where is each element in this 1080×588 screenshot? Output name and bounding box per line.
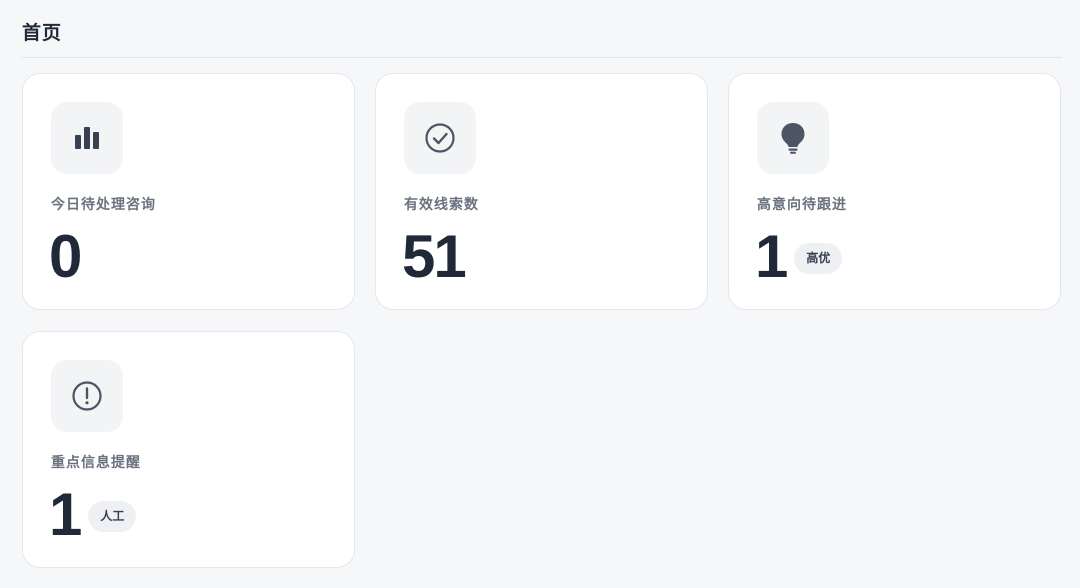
stat-card-valid-leads[interactable]: 有效线索数 51 xyxy=(375,73,708,310)
bar-chart-icon xyxy=(51,102,123,174)
stat-card-high-intent-followup[interactable]: 高意向待跟进 1 高优 xyxy=(728,73,1061,310)
card-label: 高意向待跟进 xyxy=(757,197,847,213)
card-label: 今日待处理咨询 xyxy=(51,197,156,213)
lightbulb-icon xyxy=(757,102,829,174)
manual-badge: 人工 xyxy=(88,500,137,532)
stat-card-pending-consultations[interactable]: 今日待处理咨询 0 xyxy=(22,73,355,310)
card-label: 重点信息提醒 xyxy=(51,455,141,471)
value-row: 0 xyxy=(49,222,82,292)
check-circle-icon xyxy=(404,102,476,174)
page-title: 首页 xyxy=(22,22,63,44)
card-value: 0 xyxy=(49,223,82,290)
title-divider xyxy=(22,57,1062,58)
value-row: 51 xyxy=(402,222,467,292)
value-row: 1 高优 xyxy=(755,222,843,292)
alert-circle-icon xyxy=(51,360,123,432)
stat-card-key-info-reminder[interactable]: 重点信息提醒 1 人工 xyxy=(22,331,355,568)
card-value: 1 xyxy=(49,481,82,548)
card-value: 51 xyxy=(402,223,467,290)
card-label: 有效线索数 xyxy=(404,197,479,213)
value-row: 1 人工 xyxy=(49,480,137,550)
dashboard-page: 首页 今日待处理咨询 0 有效线索数 51 高意向待跟进 1 高优 重点信息提醒… xyxy=(0,0,1080,588)
card-value: 1 xyxy=(755,223,788,290)
priority-badge: 高优 xyxy=(794,242,843,274)
